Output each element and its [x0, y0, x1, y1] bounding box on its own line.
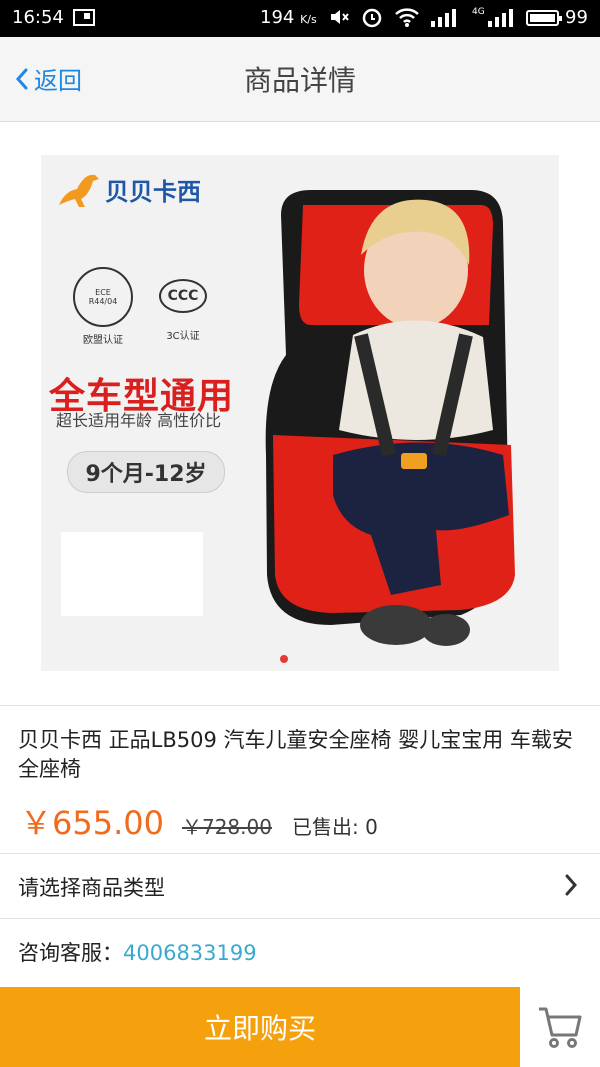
brand-logo: 贝贝卡西 — [55, 169, 201, 209]
wifi-icon — [395, 8, 419, 27]
battery-level: 99 — [565, 7, 588, 28]
nav-bar: 返回 商品详情 — [0, 37, 600, 122]
network-speed: 194 K/s — [260, 7, 317, 28]
price-row: ￥655.00 ￥728.00 已售出: 0 — [20, 798, 378, 844]
kangaroo-icon — [59, 174, 99, 207]
contact-row: 咨询客服：4006833199 — [18, 937, 257, 967]
signal-4g-icon — [487, 9, 513, 27]
phone-link[interactable]: 4006833199 — [123, 941, 257, 965]
image-blank-area — [61, 532, 203, 616]
screenshot-icon — [73, 9, 95, 26]
brand-name: 贝贝卡西 — [105, 177, 201, 206]
alarm-icon — [362, 8, 382, 28]
divider — [0, 918, 600, 919]
age-range-badge: 9个月-12岁 — [67, 451, 225, 493]
ece-label: 欧盟认证 — [83, 335, 123, 346]
chevron-right-icon — [565, 874, 578, 896]
3c-badge-icon: CCC — [159, 279, 207, 313]
signal-icon — [431, 9, 456, 27]
3c-certification: CCC 3C认证 — [159, 267, 207, 346]
battery-icon — [526, 10, 562, 26]
product-title: 贝贝卡西 正品LB509 汽车儿童安全座椅 婴儿宝宝用 车载安全座椅 — [18, 728, 573, 781]
product-image-carousel[interactable]: 贝贝卡西 ECE R44/04 欧盟认证 CCC 3C认证 全车型通用 超长适用… — [41, 155, 559, 671]
status-bar: 16:54 194 K/s 4G 99 — [0, 0, 600, 37]
current-price: ￥655.00 — [20, 804, 164, 842]
3c-label: 3C认证 — [166, 331, 200, 342]
shopping-cart-icon — [539, 1007, 582, 1048]
network-type: 4G — [472, 7, 485, 17]
select-type-label: 请选择商品类型 — [18, 876, 165, 900]
certifications: ECE R44/04 欧盟认证 CCC 3C认证 — [73, 267, 207, 346]
ece-certification: ECE R44/04 欧盟认证 — [73, 267, 133, 346]
promo-subline: 超长适用年龄 高性价比 — [56, 411, 222, 430]
contact-label: 咨询客服： — [18, 941, 123, 965]
sold-count: 已售出: 0 — [291, 815, 378, 839]
original-price: ￥728.00 — [181, 815, 272, 839]
page-title: 商品详情 — [243, 64, 356, 97]
ece-badge-icon: ECE R44/04 — [73, 267, 133, 327]
buy-now-button[interactable]: 立即购买 — [0, 987, 520, 1067]
select-product-type-row[interactable]: 请选择商品类型 — [0, 853, 600, 917]
divider — [0, 705, 600, 706]
status-time: 16:54 — [12, 7, 64, 28]
carousel-indicator-dot[interactable] — [280, 655, 288, 663]
mute-icon — [331, 10, 349, 24]
status-icons: 4G — [328, 5, 519, 29]
cart-button[interactable] — [520, 987, 600, 1067]
